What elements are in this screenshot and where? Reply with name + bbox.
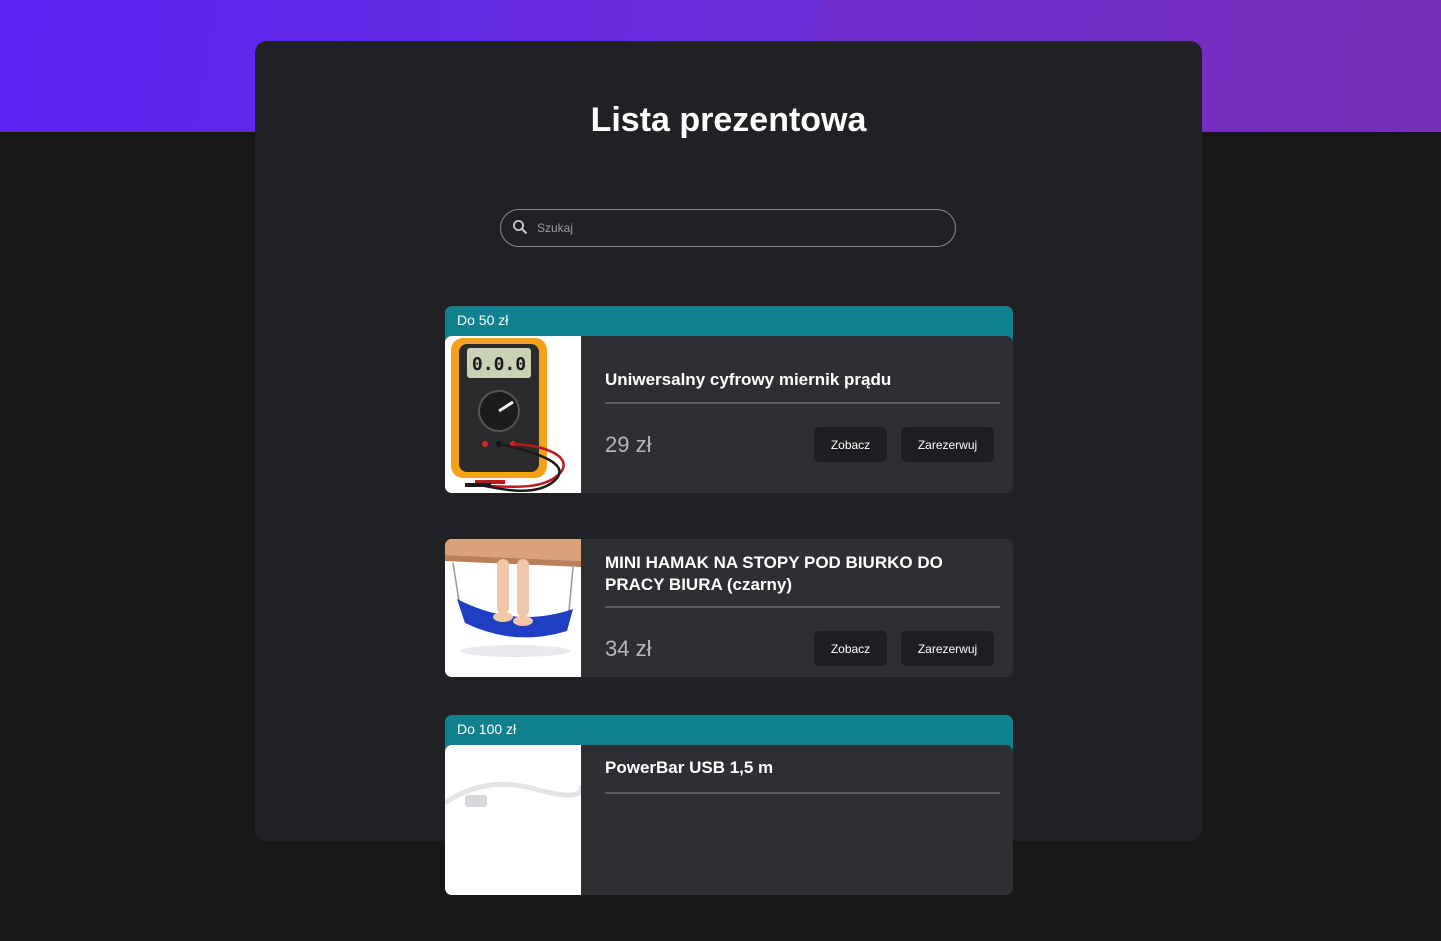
usb-powerbar-image: [445, 745, 581, 895]
product-image: [445, 745, 581, 895]
gift-card: PowerBar USB 1,5 m: [445, 745, 1013, 895]
gift-card: 0.0.0 Uniwersalny cyfrowy miernik prądu: [445, 336, 1013, 493]
product-title: MINI HAMAK NA STOPY POD BIURKO DO PRACY …: [605, 552, 1000, 608]
search-input[interactable]: [537, 210, 937, 246]
card-body: PowerBar USB 1,5 m: [581, 745, 1013, 895]
svg-text:0.0.0: 0.0.0: [472, 354, 526, 375]
gift-card: MINI HAMAK NA STOPY POD BIURKO DO PRACY …: [445, 539, 1013, 677]
card-body: Uniwersalny cyfrowy miernik prądu 29 zł …: [581, 336, 1013, 493]
reserve-button[interactable]: Zarezerwuj: [901, 631, 994, 666]
digital-multimeter-image: 0.0.0: [445, 336, 581, 493]
main-panel: Lista prezentowa Do 50 zł 0.0.0: [255, 41, 1202, 895]
price-group-50: Do 50 zł 0.0.0 Uniwersalny cyfrowy miern…: [445, 306, 1013, 677]
product-price: 34 zł: [605, 636, 652, 661]
product-image: 0.0.0: [445, 336, 581, 493]
gift-list: Do 50 zł 0.0.0 Uniwersalny cyfrowy miern…: [445, 306, 1013, 941]
view-button[interactable]: Zobacz: [814, 427, 887, 462]
search-icon: [513, 220, 528, 235]
price-group-100: Do 100 zł PowerBar USB 1,5 m: [445, 715, 1013, 895]
product-price: 29 zł: [605, 432, 652, 457]
reserve-button[interactable]: Zarezerwuj: [901, 427, 994, 462]
product-title: PowerBar USB 1,5 m: [605, 757, 1000, 794]
desk-foot-hammock-image: [445, 539, 581, 677]
search-box[interactable]: [500, 209, 956, 247]
product-title: Uniwersalny cyfrowy miernik prądu: [605, 369, 1000, 404]
card-body: MINI HAMAK NA STOPY POD BIURKO DO PRACY …: [581, 539, 1013, 677]
page-title: Lista prezentowa: [590, 101, 867, 139]
view-button[interactable]: Zobacz: [814, 631, 887, 666]
product-image: [445, 539, 581, 677]
